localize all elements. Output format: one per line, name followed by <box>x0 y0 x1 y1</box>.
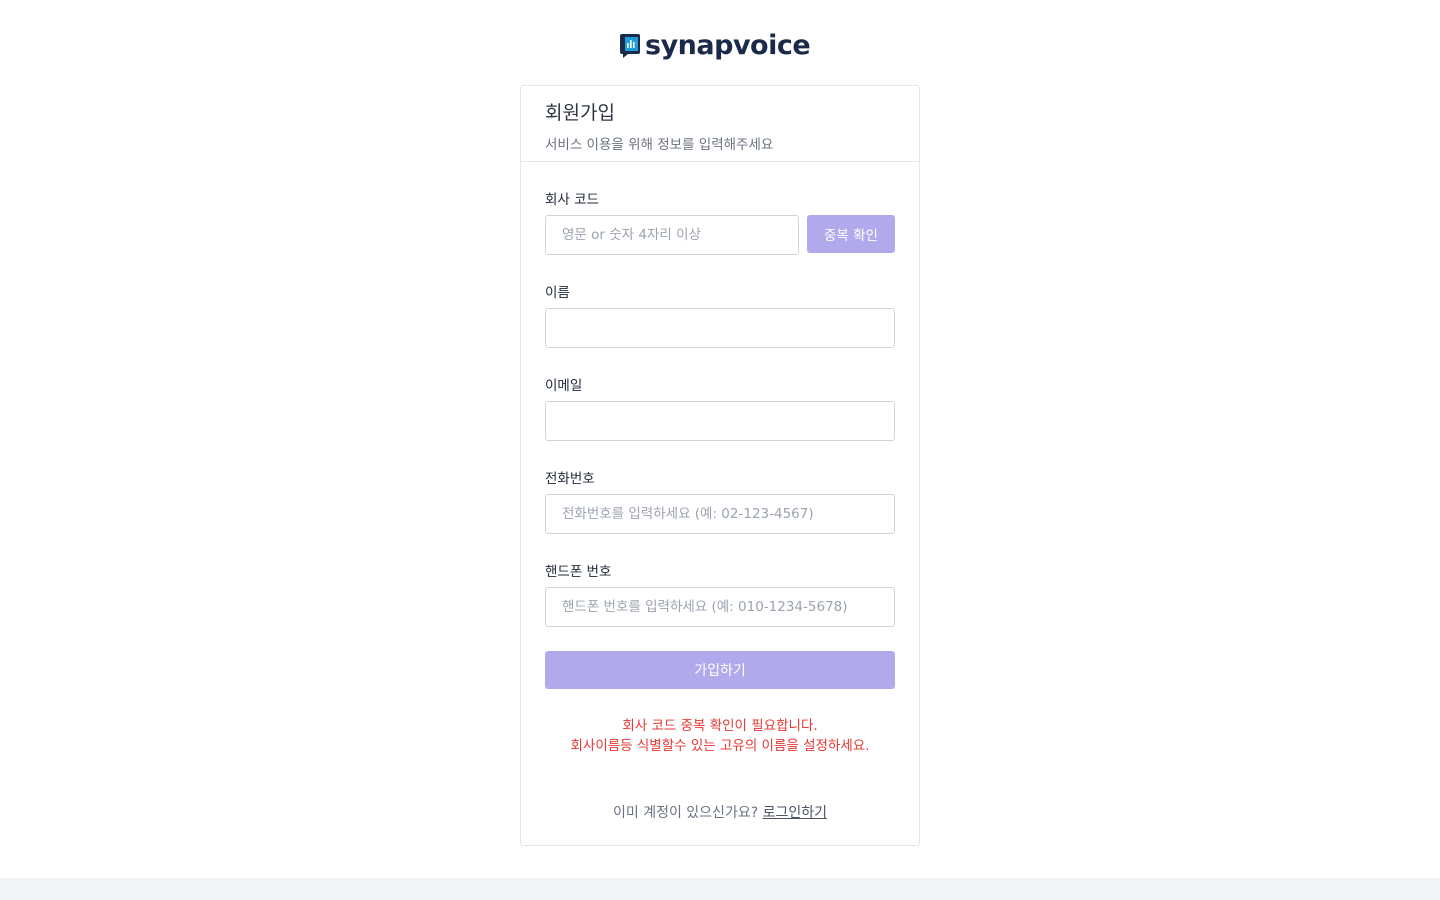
login-prompt-text: 이미 계정이 있으신가요? <box>613 805 759 821</box>
error-message: 회사 코드 중복 확인이 필요합니다. <box>622 718 818 734</box>
login-link[interactable]: 로그인하기 <box>763 805 827 821</box>
brand-name: synapvoice <box>645 30 811 61</box>
phone-input[interactable] <box>545 494 895 534</box>
error-message: 회사이름등 식별할수 있는 고유의 이름을 설정하세요. <box>570 738 870 754</box>
name-label: 이름 <box>545 285 570 301</box>
company-code-input[interactable] <box>545 215 799 255</box>
page-title: 회원가입 <box>545 102 615 124</box>
signup-page: synapvoice 회원가입 서비스 이용을 위해 정보를 입력해주세요 회사… <box>0 0 1440 900</box>
brand-logo[interactable]: synapvoice <box>619 30 811 62</box>
login-prompt-row: 이미 계정이 있으신가요? 로그인하기 <box>521 802 919 822</box>
email-label: 이메일 <box>545 378 583 394</box>
name-input[interactable] <box>545 308 895 348</box>
phone-label: 전화번호 <box>545 471 595 487</box>
mobile-label: 핸드폰 번호 <box>545 564 612 580</box>
page-subtitle: 서비스 이용을 위해 정보를 입력해주세요 <box>545 137 774 153</box>
card-header: 회원가입 서비스 이용을 위해 정보를 입력해주세요 <box>521 86 919 162</box>
signup-card: 회원가입 서비스 이용을 위해 정보를 입력해주세요 회사 코드 중복 확인 이… <box>520 85 920 846</box>
email-input[interactable] <box>545 401 895 441</box>
signup-submit-button[interactable]: 가입하기 <box>545 651 895 689</box>
synapvoice-logo-icon <box>620 34 640 58</box>
duplicate-check-button[interactable]: 중복 확인 <box>807 215 895 253</box>
mobile-input[interactable] <box>545 587 895 627</box>
company-code-label: 회사 코드 <box>545 192 599 208</box>
footer <box>0 878 1440 900</box>
